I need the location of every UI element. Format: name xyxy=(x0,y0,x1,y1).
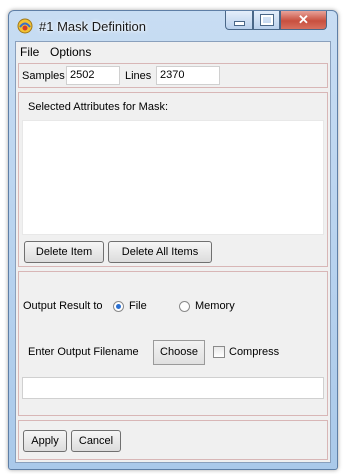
compress-checkbox[interactable] xyxy=(213,346,225,358)
minimize-button[interactable] xyxy=(225,11,253,30)
samples-field[interactable]: 2502 xyxy=(66,66,120,85)
file-radio[interactable] xyxy=(113,301,124,312)
dimensions-panel: Samples 2502 Lines 2370 xyxy=(18,63,328,88)
memory-radio-label: Memory xyxy=(195,300,235,312)
maximize-icon xyxy=(259,14,274,26)
window-title: #1 Mask Definition xyxy=(39,19,146,34)
mask-definition-window: #1 Mask Definition ✕ File Options Sample… xyxy=(8,10,338,470)
delete-item-button[interactable]: Delete Item xyxy=(24,241,104,263)
delete-all-items-button[interactable]: Delete All Items xyxy=(108,241,212,263)
output-result-label: Output Result to xyxy=(23,300,103,312)
attributes-list[interactable] xyxy=(22,120,324,235)
file-radio-label: File xyxy=(129,300,147,312)
lines-field[interactable]: 2370 xyxy=(156,66,220,85)
compress-label: Compress xyxy=(229,346,280,358)
title-bar[interactable]: #1 Mask Definition ✕ xyxy=(9,11,337,41)
samples-label: Samples xyxy=(22,70,65,82)
output-filename-label: Enter Output Filename xyxy=(28,346,139,358)
lines-label: Lines xyxy=(125,70,152,82)
cancel-button[interactable]: Cancel xyxy=(71,430,121,452)
close-icon: ✕ xyxy=(298,12,309,27)
choose-button[interactable]: Choose xyxy=(153,340,205,365)
attributes-heading: Selected Attributes for Mask: xyxy=(28,101,169,113)
output-filename-field[interactable] xyxy=(22,377,324,399)
output-panel: Output Result to File Memory Enter Outpu… xyxy=(18,271,328,416)
menu-options[interactable]: Options xyxy=(50,45,91,59)
close-button[interactable]: ✕ xyxy=(280,11,327,30)
memory-radio[interactable] xyxy=(179,301,190,312)
footer-panel: Apply Cancel xyxy=(18,420,328,460)
envi-app-icon xyxy=(17,18,33,34)
apply-button[interactable]: Apply xyxy=(23,430,67,452)
maximize-button[interactable] xyxy=(253,11,280,30)
menu-bar: File Options xyxy=(16,42,330,62)
minimize-icon xyxy=(233,21,245,26)
attributes-panel: Selected Attributes for Mask: Delete Ite… xyxy=(18,92,328,267)
client-area: File Options Samples 2502 Lines 2370 Sel… xyxy=(15,41,331,463)
menu-file[interactable]: File xyxy=(20,45,39,59)
